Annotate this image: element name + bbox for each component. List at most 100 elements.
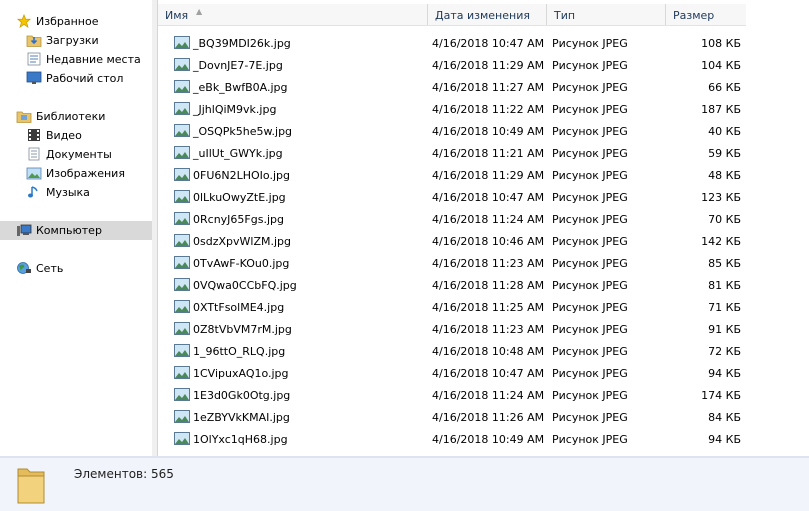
file-row[interactable]: 0Z8tVbVM7rM.jpg 4/16/2018 11:23 AM Рисун… <box>158 318 746 340</box>
file-name: 0sdzXpvWlZM.jpg <box>193 235 291 248</box>
file-size: 85 КБ <box>708 257 741 270</box>
file-type: Рисунок JPEG <box>552 213 628 226</box>
nav-libraries-label: Библиотеки <box>36 110 106 123</box>
column-header-type[interactable]: Тип <box>547 4 666 25</box>
nav-libraries[interactable]: Библиотеки <box>0 107 152 126</box>
file-row[interactable]: 0VQwa0CCbFQ.jpg 4/16/2018 11:28 AM Рисун… <box>158 274 746 296</box>
file-date: 4/16/2018 11:29 AM <box>432 59 545 72</box>
file-size: 94 КБ <box>708 433 741 446</box>
file-date: 4/16/2018 10:49 AM <box>432 125 545 138</box>
file-row[interactable]: 1_96ttO_RLQ.jpg 4/16/2018 10:48 AM Рисун… <box>158 340 746 362</box>
file-row[interactable]: 1CVipuxAQ1o.jpg 4/16/2018 10:47 AM Рисун… <box>158 362 746 384</box>
column-header-size[interactable]: Размер <box>666 4 747 25</box>
nav-network[interactable]: Сеть <box>0 259 152 278</box>
file-size: 71 КБ <box>708 301 741 314</box>
file-size: 123 КБ <box>701 191 741 204</box>
file-row[interactable]: _DovnJE7-7E.jpg 4/16/2018 11:29 AM Рисун… <box>158 54 746 76</box>
file-row[interactable]: 0XTtFsolME4.jpg 4/16/2018 11:25 AM Рисун… <box>158 296 746 318</box>
file-date: 4/16/2018 11:23 AM <box>432 323 545 336</box>
file-name: 0FU6N2LHOIo.jpg <box>193 169 290 182</box>
column-header-label: Размер <box>673 9 715 22</box>
music-library-icon <box>28 186 38 198</box>
file-name: 1E3d0Gk0Otg.jpg <box>193 389 291 402</box>
nav-computer[interactable]: Компьютер <box>0 221 152 240</box>
file-type: Рисунок JPEG <box>552 191 628 204</box>
network-icon <box>17 262 31 274</box>
file-row[interactable]: _uIlUt_GWYk.jpg 4/16/2018 11:21 AM Рисун… <box>158 142 746 164</box>
nav-network-label: Сеть <box>36 262 64 275</box>
file-date: 4/16/2018 11:23 AM <box>432 257 545 270</box>
file-type: Рисунок JPEG <box>552 345 628 358</box>
nav-item-downloads[interactable]: Загрузки <box>0 31 152 50</box>
jpeg-file-icon <box>174 344 190 357</box>
file-name: _DovnJE7-7E.jpg <box>193 59 283 72</box>
file-size: 81 КБ <box>708 279 741 292</box>
file-name: 0RcnyJ65Fgs.jpg <box>193 213 284 226</box>
file-name: 1OlYxc1qH68.jpg <box>193 433 288 446</box>
folder-icon <box>17 468 45 504</box>
column-header-name[interactable]: Имя ▲ <box>158 4 428 25</box>
column-header-label: Имя <box>165 9 189 22</box>
file-row[interactable]: 1E3d0Gk0Otg.jpg 4/16/2018 11:24 AM Рисун… <box>158 384 746 406</box>
jpeg-file-icon <box>174 102 190 115</box>
file-row[interactable]: 1eZBYVkKMAI.jpg 4/16/2018 11:26 AM Рисун… <box>158 406 746 428</box>
jpeg-file-icon <box>174 234 190 247</box>
nav-favorites[interactable]: Избранное <box>0 12 152 31</box>
jpeg-file-icon <box>174 300 190 313</box>
file-row[interactable]: 0lLkuOwyZtE.jpg 4/16/2018 10:47 AM Рисун… <box>158 186 746 208</box>
file-row[interactable]: 1OlYxc1qH68.jpg 4/16/2018 10:49 AM Рисун… <box>158 428 746 450</box>
nav-item-label: Видео <box>46 129 82 142</box>
file-size: 108 КБ <box>701 37 741 50</box>
file-type: Рисунок JPEG <box>552 59 628 72</box>
jpeg-file-icon <box>174 322 190 335</box>
file-row[interactable]: _BQ39MDI26k.jpg 4/16/2018 10:47 AM Рисун… <box>158 32 746 54</box>
jpeg-file-icon <box>174 410 190 423</box>
nav-item-recent-places[interactable]: Недавние места <box>0 50 152 69</box>
file-name: _OSQPk5he5w.jpg <box>193 125 293 138</box>
file-name: 0lLkuOwyZtE.jpg <box>193 191 286 204</box>
file-row[interactable]: 0TvAwF-KOu0.jpg 4/16/2018 11:23 AM Рисун… <box>158 252 746 274</box>
jpeg-file-icon <box>174 278 190 291</box>
file-size: 48 КБ <box>708 169 741 182</box>
nav-item-documents[interactable]: Документы <box>0 145 152 164</box>
nav-favorites-label: Избранное <box>36 15 99 28</box>
file-date: 4/16/2018 11:25 AM <box>432 301 545 314</box>
jpeg-file-icon <box>174 212 190 225</box>
file-date: 4/16/2018 10:47 AM <box>432 37 545 50</box>
file-type: Рисунок JPEG <box>552 257 628 270</box>
column-header-date[interactable]: Дата изменения <box>428 4 547 25</box>
nav-item-pictures[interactable]: Изображения <box>0 164 152 183</box>
file-row[interactable]: 0FU6N2LHOIo.jpg 4/16/2018 11:29 AM Рисун… <box>158 164 746 186</box>
jpeg-file-icon <box>174 80 190 93</box>
file-type: Рисунок JPEG <box>552 125 628 138</box>
file-date: 4/16/2018 11:27 AM <box>432 81 545 94</box>
nav-item-video[interactable]: Видео <box>0 126 152 145</box>
file-name: _JjhlQiM9vk.jpg <box>193 103 277 116</box>
file-type: Рисунок JPEG <box>552 103 628 116</box>
file-size: 104 КБ <box>701 59 741 72</box>
file-list: _BQ39MDI26k.jpg 4/16/2018 10:47 AM Рисун… <box>158 32 746 456</box>
nav-item-label: Загрузки <box>46 34 99 47</box>
downloads-folder-icon <box>26 35 42 47</box>
file-type: Рисунок JPEG <box>552 433 628 446</box>
file-date: 4/16/2018 11:26 AM <box>432 411 545 424</box>
file-row[interactable]: _OSQPk5he5w.jpg 4/16/2018 10:49 AM Рисун… <box>158 120 746 142</box>
file-size: 84 КБ <box>708 411 741 424</box>
jpeg-file-icon <box>174 388 190 401</box>
navigation-pane: Избранное Загрузки Недавние места Рабочи… <box>0 0 152 456</box>
details-pane: Элементов: 565 <box>0 458 809 511</box>
file-name: 1CVipuxAQ1o.jpg <box>193 367 289 380</box>
file-type: Рисунок JPEG <box>552 323 628 336</box>
file-date: 4/16/2018 11:24 AM <box>432 213 545 226</box>
file-row[interactable]: 0sdzXpvWlZM.jpg 4/16/2018 10:46 AM Рисун… <box>158 230 746 252</box>
file-row[interactable]: _JjhlQiM9vk.jpg 4/16/2018 11:22 AM Рисун… <box>158 98 746 120</box>
jpeg-file-icon <box>174 58 190 71</box>
nav-item-desktop[interactable]: Рабочий стол <box>0 69 152 88</box>
column-header-label: Тип <box>554 9 576 22</box>
file-row[interactable]: 0RcnyJ65Fgs.jpg 4/16/2018 11:24 AM Рисун… <box>158 208 746 230</box>
file-list-scroll-area[interactable] <box>746 0 809 456</box>
jpeg-file-icon <box>174 256 190 269</box>
file-type: Рисунок JPEG <box>552 367 628 380</box>
nav-item-music[interactable]: Музыка <box>0 183 152 202</box>
file-row[interactable]: _eBk_BwfB0A.jpg 4/16/2018 11:27 AM Рисун… <box>158 76 746 98</box>
